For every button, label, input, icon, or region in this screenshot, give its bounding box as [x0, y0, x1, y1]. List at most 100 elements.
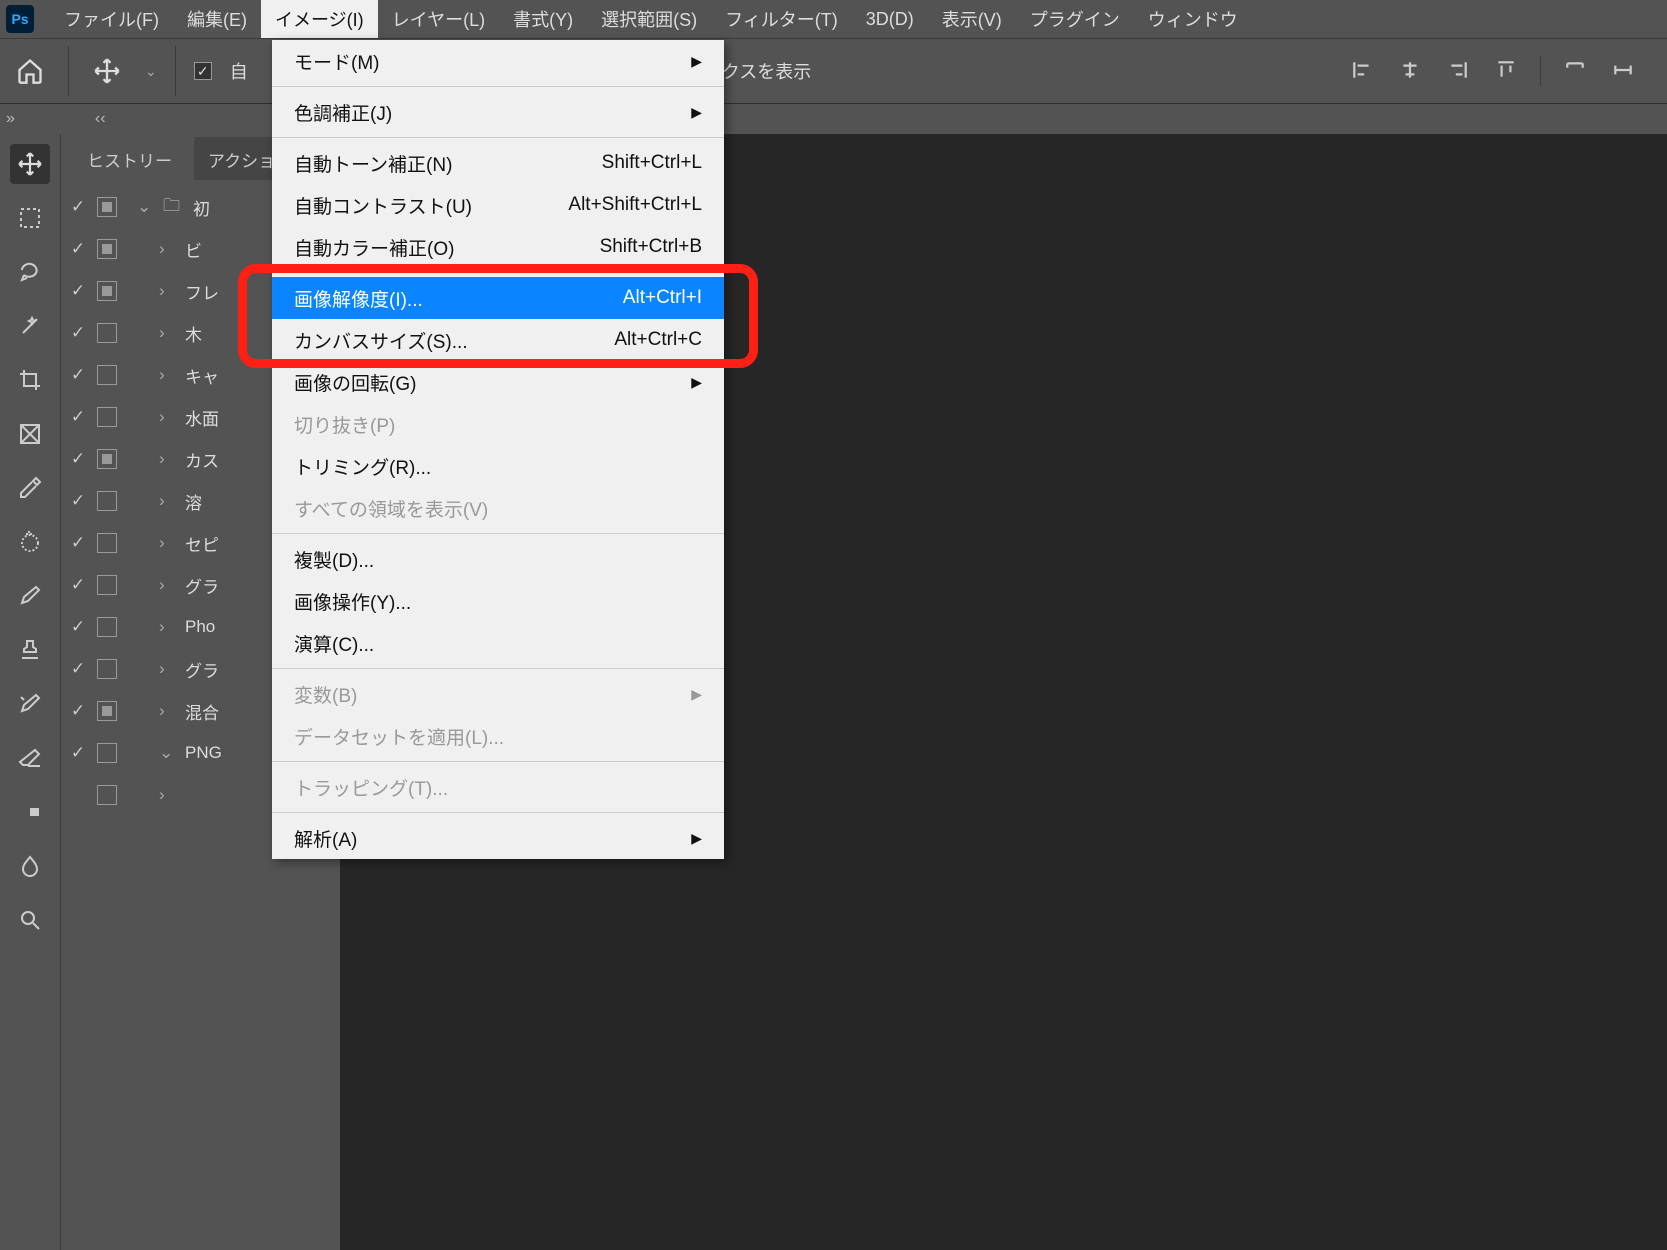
expand-icon[interactable]: › — [159, 617, 175, 637]
move-tool[interactable] — [10, 144, 50, 184]
eyedropper-tool[interactable] — [10, 468, 50, 508]
action-dialog-toggle[interactable] — [97, 449, 117, 469]
action-dialog-toggle[interactable] — [97, 365, 117, 385]
expand-icon[interactable]: › — [159, 281, 175, 301]
action-toggle-check[interactable]: ✓ — [69, 365, 87, 385]
action-toggle-check[interactable]: ✓ — [69, 575, 87, 595]
align-top-icon[interactable] — [1492, 56, 1520, 84]
action-dialog-toggle[interactable] — [97, 743, 117, 763]
expand-icon[interactable]: › — [159, 407, 175, 427]
action-dialog-toggle[interactable] — [97, 407, 117, 427]
menu-image[interactable]: イメージ(I) — [261, 0, 378, 38]
menu-item[interactable]: モード(M)▶ — [272, 40, 724, 82]
menu-window[interactable]: ウィンドウ — [1134, 0, 1252, 38]
expand-icon[interactable]: › — [159, 449, 175, 469]
collapse-right-icon[interactable]: ‹‹ — [95, 110, 106, 128]
expand-icon[interactable]: › — [159, 785, 175, 805]
action-toggle-check[interactable]: ✓ — [69, 617, 87, 637]
expand-icon[interactable]: › — [159, 659, 175, 679]
heal-tool[interactable] — [10, 522, 50, 562]
action-toggle-check[interactable]: ✓ — [69, 407, 87, 427]
expand-icon[interactable]: › — [159, 491, 175, 511]
menu-view[interactable]: 表示(V) — [928, 0, 1016, 38]
action-dialog-toggle[interactable] — [97, 617, 117, 637]
align-right-icon[interactable] — [1444, 56, 1472, 84]
chevron-down-icon[interactable]: ⌄ — [145, 63, 157, 80]
eraser-tool[interactable] — [10, 738, 50, 778]
menu-item[interactable]: 色調補正(J)▶ — [272, 91, 724, 133]
menu-item[interactable]: カンバスサイズ(S)...Alt+Ctrl+C — [272, 319, 724, 361]
expand-icon[interactable]: › — [159, 365, 175, 385]
action-toggle-check[interactable]: ✓ — [69, 491, 87, 511]
menu-item[interactable]: 演算(C)... — [272, 622, 724, 664]
menu-item[interactable]: 画像解像度(I)...Alt+Ctrl+I — [272, 277, 724, 319]
menu-item[interactable]: 自動コントラスト(U)Alt+Shift+Ctrl+L — [272, 184, 724, 226]
dodge-tool[interactable] — [10, 900, 50, 940]
expand-icon[interactable]: ⌄ — [137, 197, 153, 217]
expand-icon[interactable]: › — [159, 323, 175, 343]
menu-plugin[interactable]: プラグイン — [1016, 0, 1134, 38]
action-dialog-toggle[interactable] — [97, 785, 117, 805]
align-center-h-icon[interactable] — [1396, 56, 1424, 84]
menu-layer[interactable]: レイヤー(L) — [378, 0, 499, 38]
menu-item[interactable]: 自動カラー補正(O)Shift+Ctrl+B — [272, 226, 724, 268]
blur-tool[interactable] — [10, 846, 50, 886]
expand-icon[interactable]: › — [159, 239, 175, 259]
menu-item[interactable]: 自動トーン補正(N)Shift+Ctrl+L — [272, 142, 724, 184]
menu-item[interactable]: 画像の回転(G)▶ — [272, 361, 724, 403]
menu-file[interactable]: ファイル(F) — [50, 0, 173, 38]
menu-type[interactable]: 書式(Y) — [499, 0, 587, 38]
action-dialog-toggle[interactable] — [97, 533, 117, 553]
expand-icon[interactable]: › — [159, 575, 175, 595]
history-brush-tool[interactable] — [10, 684, 50, 724]
action-toggle-check[interactable]: ✓ — [69, 659, 87, 679]
home-icon[interactable] — [10, 51, 50, 91]
action-label: カス — [185, 447, 219, 472]
menu-item-shortcut: ▶ — [691, 50, 702, 72]
crop-tool[interactable] — [10, 360, 50, 400]
frame-tool[interactable] — [10, 414, 50, 454]
expand-icon[interactable]: › — [159, 701, 175, 721]
menu-filter[interactable]: フィルター(T) — [711, 0, 852, 38]
marquee-tool[interactable] — [10, 198, 50, 238]
action-toggle-check[interactable]: ✓ — [69, 533, 87, 553]
menu-3d[interactable]: 3D(D) — [852, 3, 928, 36]
action-dialog-toggle[interactable] — [97, 323, 117, 343]
action-toggle-check[interactable]: ✓ — [69, 323, 87, 343]
align-left-icon[interactable] — [1348, 56, 1376, 84]
expand-icon[interactable]: ⌄ — [159, 743, 175, 763]
action-toggle-check[interactable]: ✓ — [69, 449, 87, 469]
menu-item[interactable]: 複製(D)... — [272, 538, 724, 580]
wand-tool[interactable] — [10, 306, 50, 346]
distribute-top-icon[interactable] — [1561, 56, 1589, 84]
action-toggle-check[interactable]: ✓ — [69, 281, 87, 301]
menu-item[interactable]: 画像操作(Y)... — [272, 580, 724, 622]
menu-select[interactable]: 選択範囲(S) — [587, 0, 711, 38]
expand-icon[interactable]: › — [159, 533, 175, 553]
action-dialog-toggle[interactable] — [97, 575, 117, 595]
tab-history[interactable]: ヒストリー — [73, 137, 186, 180]
distribute-center-v-icon[interactable] — [1609, 56, 1637, 84]
action-dialog-toggle[interactable] — [97, 197, 117, 217]
gradient-tool[interactable] — [10, 792, 50, 832]
action-dialog-toggle[interactable] — [97, 701, 117, 721]
auto-select-checkbox[interactable]: ✓ — [194, 62, 212, 80]
expand-left-icon[interactable]: » — [6, 110, 15, 128]
lasso-tool[interactable] — [10, 252, 50, 292]
action-dialog-toggle[interactable] — [97, 491, 117, 511]
action-dialog-toggle[interactable] — [97, 659, 117, 679]
action-toggle-check[interactable]: ✓ — [69, 239, 87, 259]
action-label: 溶 — [185, 489, 202, 514]
action-dialog-toggle[interactable] — [97, 239, 117, 259]
action-toggle-check[interactable]: ✓ — [69, 701, 87, 721]
menu-item[interactable]: トリミング(R)... — [272, 445, 724, 487]
action-dialog-toggle[interactable] — [97, 281, 117, 301]
menu-item[interactable]: 解析(A)▶ — [272, 817, 724, 859]
move-tool-icon[interactable] — [87, 51, 127, 91]
menu-item-label: 自動トーン補正(N) — [294, 150, 452, 177]
menu-edit[interactable]: 編集(E) — [173, 0, 261, 38]
brush-tool[interactable] — [10, 576, 50, 616]
action-toggle-check[interactable]: ✓ — [69, 197, 87, 217]
stamp-tool[interactable] — [10, 630, 50, 670]
action-toggle-check[interactable]: ✓ — [69, 743, 87, 763]
